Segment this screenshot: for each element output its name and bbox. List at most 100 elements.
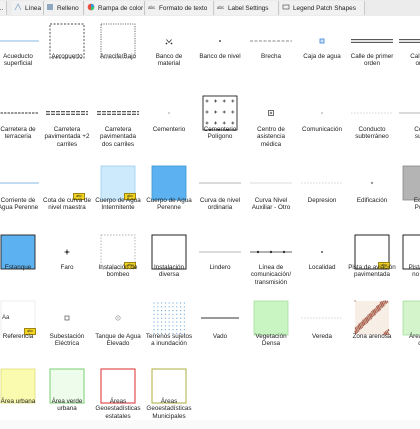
symbol-preview xyxy=(370,181,374,185)
symbol-item[interactable]: Subestación Eléctrica xyxy=(43,302,91,364)
symbol-item[interactable]: Área de d xyxy=(396,300,420,364)
symbol-preview xyxy=(202,95,238,131)
symbol-item[interactable]: Aa abc Referencia xyxy=(0,300,42,364)
symbol-item[interactable]: Comunicación xyxy=(298,97,346,157)
symbol-preview xyxy=(301,317,343,319)
symbol-item[interactable]: Área verde urbana xyxy=(43,368,91,429)
symbol-item[interactable]: Áreas Geoestadísticas estatales xyxy=(94,368,142,429)
symbol-item[interactable]: Banco de nivel xyxy=(196,25,244,84)
symbol-item[interactable]: Localidad xyxy=(298,236,346,295)
symbol-item[interactable]: Vegetación Densa xyxy=(247,300,295,364)
symbol-preview xyxy=(351,112,393,114)
symbol-label: Línea de comunicación/ transmisión xyxy=(250,264,292,286)
symbol-item[interactable]: Tanque de Agua Elevado xyxy=(94,302,142,364)
tab-formato-de-texto[interactable]: abc Formato de texto xyxy=(146,1,214,15)
symbol-item[interactable]: Áreas Geoestadísticas Municipales xyxy=(145,368,193,429)
symbol-item[interactable]: abc Cuerpo de Agua Intermitente xyxy=(94,165,142,228)
symbol-item[interactable]: Cementerio xyxy=(145,97,193,157)
symbol-preview xyxy=(354,300,390,336)
symbol-item[interactable]: Curva de nivel ordinaria xyxy=(196,167,244,228)
symbol-item[interactable]: abc Cota de curva de nivel maestra xyxy=(43,167,91,228)
symbol-item[interactable]: Carretera pavimentada +2 carriles xyxy=(43,97,91,157)
symbol-label: Calle d ord xyxy=(410,53,420,68)
symbol-label: Cuerpo de Agua Perenne xyxy=(146,197,192,212)
symbol-item[interactable]: Depresion xyxy=(298,167,346,228)
symbol-label: Cuerpo de Agua Intermitente xyxy=(95,197,141,212)
tab-rampa-de-color[interactable]: Rampa de color xyxy=(85,1,145,15)
svg-text:abc: abc xyxy=(148,5,156,10)
symbol-preview xyxy=(301,182,343,184)
symbol-label: Áreas Geoestadísticas estatales xyxy=(95,398,141,420)
symbol-item[interactable]: Calle d ord xyxy=(396,25,420,84)
tab-label-settings[interactable]: abc Label Settings xyxy=(215,1,279,15)
symbol-item[interactable]: Cuerpo de Agua Perenne xyxy=(145,165,193,228)
svg-text:abc: abc xyxy=(217,5,225,10)
symbol-item[interactable]: Vado xyxy=(196,302,244,364)
symbol-preview xyxy=(97,111,139,115)
symbol-grid: Acueducto superficial Aeropuerto Arrecife/… xyxy=(0,16,420,420)
symbol-item[interactable]: Lindero xyxy=(196,236,244,295)
symbol-label: Curva Nivel Auxiliar - Otro xyxy=(251,197,291,212)
symbol-label: Caja de agua xyxy=(303,53,341,60)
referencia-sample-text: Aa xyxy=(2,315,10,321)
symbol-item[interactable]: Carretera de terraceria xyxy=(0,97,42,157)
tab-bar: ...LíneaRellenoRampa de colorabcFormato … xyxy=(0,0,420,17)
symbol-item[interactable]: Línea de comunicación/ transmisión xyxy=(247,236,295,295)
fill-icon xyxy=(46,3,54,13)
symbol-item[interactable]: Caja de agua xyxy=(298,25,346,84)
tab-more[interactable]: ... xyxy=(0,1,7,15)
symbol-label: Áreas Geoestadísticas Municipales xyxy=(146,398,192,420)
symbol-item[interactable]: Cementerio Polígono xyxy=(196,95,244,157)
symbol-item[interactable]: Arrecife/Bajo xyxy=(94,23,142,84)
symbol-preview xyxy=(0,182,39,184)
symbol-label: Depresion xyxy=(307,197,337,204)
tab-relleno[interactable]: Relleno xyxy=(44,1,84,15)
symbol-preview xyxy=(46,111,88,115)
symbol-item[interactable]: Edifi Polí xyxy=(396,165,420,228)
symbol-label: Vado xyxy=(212,333,228,340)
tab-label: Formato de texto xyxy=(159,4,208,12)
symbol-item[interactable]: Curva Nivel Auxiliar - Otro xyxy=(247,167,295,228)
symbol-item[interactable]: Edificación xyxy=(348,167,396,228)
tab-label: Línea xyxy=(25,4,41,12)
symbol-preview xyxy=(115,315,121,321)
symbol-item[interactable]: Aeropuerto xyxy=(43,23,91,84)
symbol-preview xyxy=(151,165,187,201)
symbol-item[interactable]: Con sub xyxy=(396,97,420,157)
symbol-preview xyxy=(152,301,186,335)
symbol-label: Cementerio xyxy=(152,126,186,133)
symbol-item[interactable]: Centro de asistencia médica xyxy=(247,97,295,157)
symbol-preview xyxy=(0,112,39,114)
symbol-label: Aeropuerto xyxy=(51,53,83,60)
symbol-item[interactable]: Banco de material xyxy=(145,25,193,84)
symbol-item[interactable]: Faro xyxy=(43,236,91,295)
symbol-item[interactable]: Carretera pavimentada dos carriles xyxy=(94,97,142,157)
tab-l-nea[interactable]: Línea xyxy=(12,1,44,15)
symbol-item[interactable]: abc Instalación de bombeo xyxy=(94,234,142,295)
tab-label: Rampa de color xyxy=(98,4,144,12)
symbol-label: Brecha xyxy=(261,53,281,60)
symbol-item[interactable]: Terrenos sujetos a inundación xyxy=(145,301,193,364)
symbol-item[interactable]: Calle de primer orden xyxy=(348,25,396,84)
symbol-item[interactable]: Vereda xyxy=(298,302,346,364)
symbol-item[interactable]: Conducto subterráneo xyxy=(348,97,396,157)
symbol-preview xyxy=(199,182,241,184)
symbol-item[interactable]: Zona arenosa xyxy=(348,300,396,364)
symbol-item[interactable]: abc Pista de aviación pavimentada xyxy=(348,234,396,295)
symbol-item[interactable]: Corriente de Agua Perenne xyxy=(0,167,42,228)
symbol-item[interactable]: Instalación diversa xyxy=(145,234,193,295)
text-format-icon: abc xyxy=(148,3,156,13)
symbol-preview xyxy=(201,317,239,319)
symbol-label: Vereda xyxy=(312,333,332,340)
symbol-item[interactable]: Acueducto superficial xyxy=(0,25,42,84)
symbol-item[interactable]: Brecha xyxy=(247,25,295,84)
symbol-label: Tanque de Agua Elevado xyxy=(95,333,141,348)
symbol-item[interactable]: Pista de no pa xyxy=(396,234,420,295)
tab-legend-patch-shapes[interactable]: Legend Patch Shapes xyxy=(280,1,365,15)
legend-patch-icon xyxy=(282,3,290,13)
symbol-preview xyxy=(64,315,70,321)
symbol-item[interactable]: Estanque xyxy=(0,234,42,295)
symbol-preview xyxy=(250,182,292,184)
symbol-label: Faro xyxy=(60,264,74,271)
symbol-item[interactable]: Área urbana xyxy=(0,368,42,429)
